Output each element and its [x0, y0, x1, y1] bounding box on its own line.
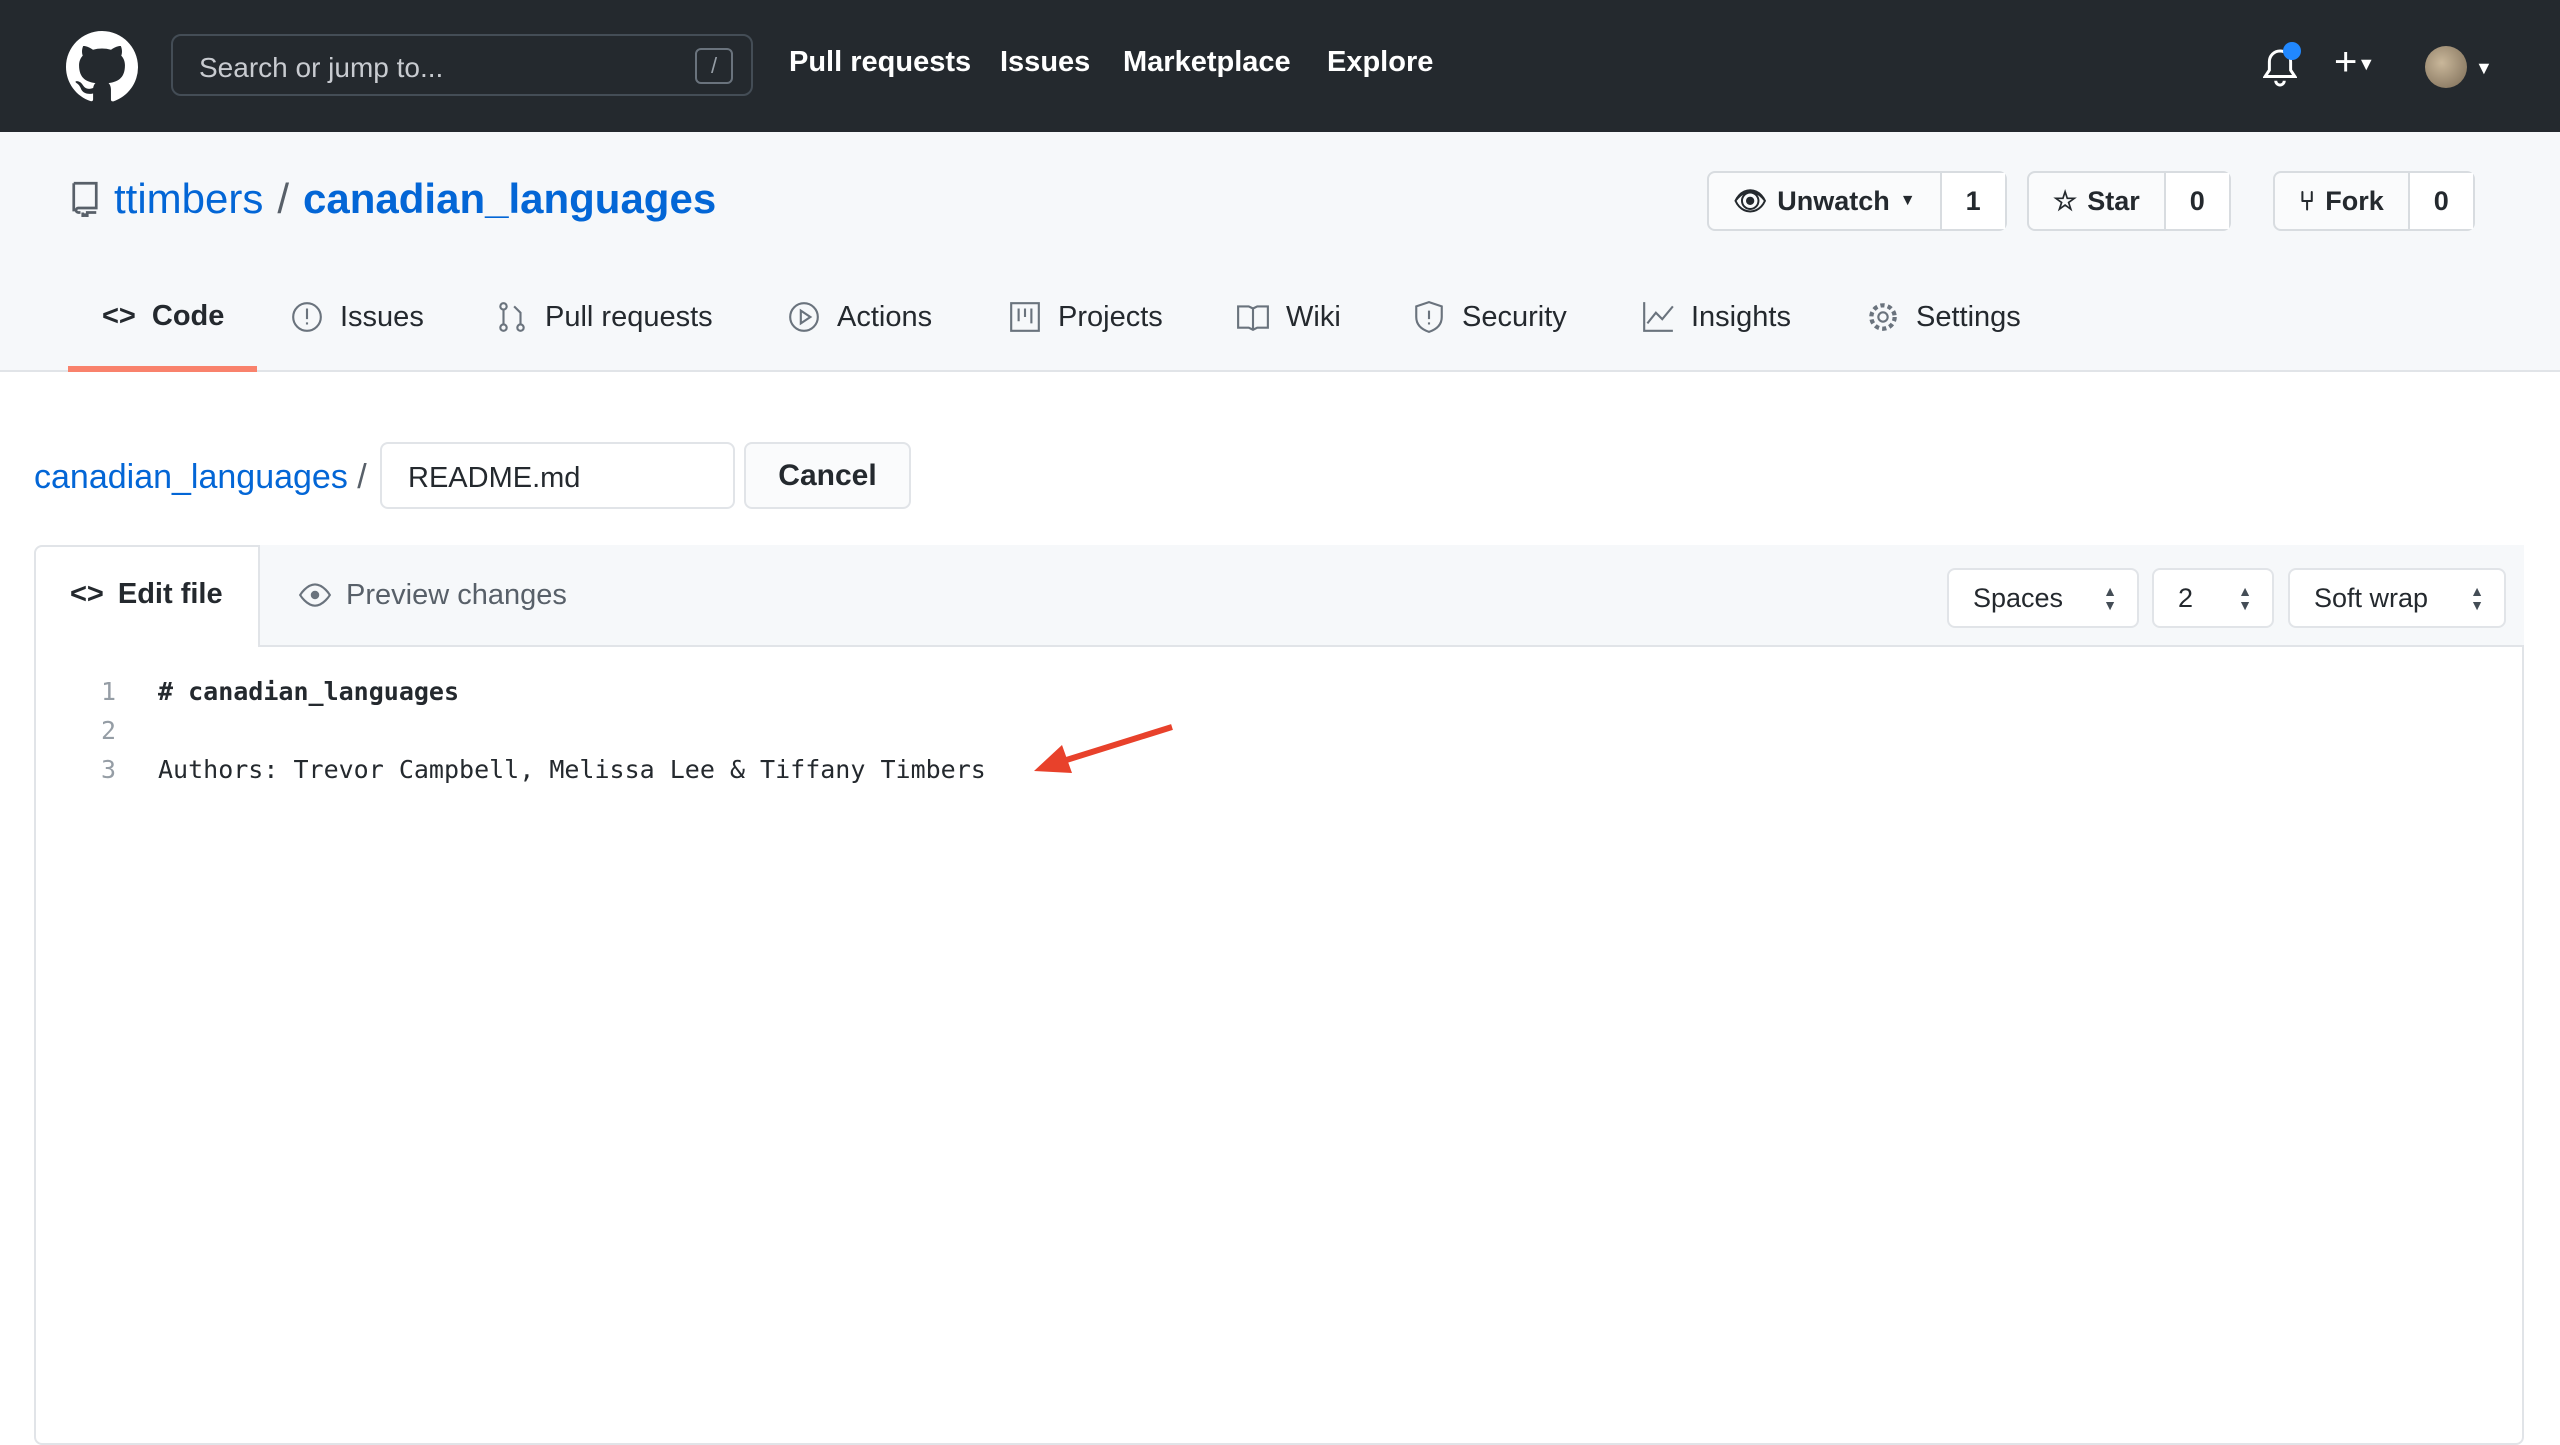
tab-label: Projects — [1058, 300, 1163, 333]
tab-label: Issues — [340, 300, 424, 333]
tab-edit-file[interactable]: <> Edit file — [70, 578, 223, 611]
stargazers-count[interactable]: 0 — [2163, 173, 2229, 229]
tab-label: Actions — [837, 300, 933, 333]
unwatch-button[interactable]: 👁 Unwatch ▼ — [1709, 173, 1940, 229]
play-icon — [789, 302, 819, 332]
nav-marketplace[interactable]: Marketplace — [1123, 46, 1291, 79]
tab-security[interactable]: Security — [1412, 300, 1567, 334]
slash-shortcut-hint: / — [695, 48, 733, 84]
graph-icon — [1643, 302, 1674, 332]
select-value: Soft wrap — [2314, 582, 2429, 613]
select-arrows-icon: ▲ ▼ — [2103, 583, 2117, 613]
search-placeholder: Search or jump to... — [199, 52, 444, 83]
line-text: Authors: Trevor Campbell, Melissa Lee & … — [158, 755, 986, 784]
github-logo-icon[interactable] — [66, 31, 138, 103]
tab-pull-requests[interactable]: Pull requests — [495, 300, 713, 334]
pull-request-icon — [499, 302, 525, 332]
eye-icon — [298, 583, 332, 607]
fork-label: Fork — [2325, 185, 2384, 216]
nav-pull-requests[interactable]: Pull requests — [789, 46, 971, 79]
star-button-group: ☆ Star 0 — [2027, 171, 2231, 231]
create-new-plus-icon[interactable]: +▼ — [2334, 40, 2375, 85]
breadcrumb-repo-link[interactable]: canadian_languages — [34, 458, 348, 496]
book-icon — [1237, 305, 1269, 331]
gear-icon — [1869, 303, 1897, 331]
tab-code[interactable]: <> Code — [102, 300, 224, 333]
tab-label: Security — [1462, 300, 1567, 333]
code-icon: <> — [102, 300, 136, 332]
tab-actions[interactable]: Actions — [787, 300, 932, 334]
watchers-count[interactable]: 1 — [1939, 173, 2005, 229]
nav-explore[interactable]: Explore — [1327, 46, 1433, 79]
breadcrumb: canadian_languages / — [34, 458, 367, 497]
tab-label: Code — [151, 300, 225, 332]
cancel-button[interactable]: Cancel — [744, 442, 911, 509]
code-line[interactable]: 1 # canadian_languages — [0, 672, 459, 711]
breadcrumb-separator: / — [357, 458, 367, 496]
active-tab-indicator — [68, 366, 257, 372]
select-arrows-icon: ▲ ▼ — [2238, 583, 2252, 613]
star-icon: ☆ — [2053, 185, 2078, 216]
tab-issues[interactable]: Issues — [290, 300, 424, 334]
line-text: # canadian_languages — [158, 677, 460, 706]
fork-icon: ⑂ — [2299, 185, 2316, 216]
repo-owner-link[interactable]: ttimbers — [114, 175, 263, 223]
repo-title: ttimbers / canadian_languages — [70, 175, 716, 223]
tab-label: Preview changes — [346, 578, 567, 611]
shield-icon — [1415, 301, 1443, 333]
fork-button[interactable]: ⑂ Fork — [2275, 173, 2408, 229]
tab-settings[interactable]: Settings — [1866, 300, 2021, 334]
indent-mode-select[interactable]: Spaces ▲ ▼ — [1947, 568, 2139, 628]
filename-input[interactable]: README.md — [380, 442, 735, 509]
repo-name-link[interactable]: canadian_languages — [303, 175, 716, 223]
tab-label: Wiki — [1286, 300, 1341, 333]
line-number: 3 — [100, 755, 116, 784]
code-line[interactable]: 3 Authors: Trevor Campbell, Melissa Lee &… — [0, 750, 986, 789]
wrap-mode-select[interactable]: Soft wrap ▲ ▼ — [2288, 568, 2506, 628]
select-arrows-icon: ▲ ▼ — [2470, 583, 2484, 613]
tab-preview-changes[interactable]: Preview changes — [298, 578, 567, 612]
forks-count[interactable]: 0 — [2407, 173, 2473, 229]
line-number: 2 — [100, 716, 116, 745]
unwatch-label: Unwatch — [1777, 185, 1890, 216]
repo-header — [0, 132, 2560, 372]
code-line[interactable]: 2 — [0, 711, 158, 750]
notification-dot — [2283, 42, 2301, 60]
tab-label: Insights — [1691, 300, 1791, 333]
tab-label: Settings — [1916, 300, 2021, 333]
avatar[interactable] — [2425, 46, 2467, 88]
code-icon: <> — [70, 578, 104, 610]
tab-insights[interactable]: Insights — [1641, 300, 1791, 334]
search-input[interactable]: Search or jump to... / — [171, 34, 753, 96]
tab-projects[interactable]: Projects — [1008, 300, 1163, 334]
tab-label: Edit file — [117, 578, 223, 610]
eye-icon: 👁 — [1733, 186, 1768, 216]
tab-label: Pull requests — [545, 300, 713, 333]
project-icon — [1010, 302, 1040, 332]
annotation-arrow-icon — [1034, 724, 1173, 773]
line-number: 1 — [100, 677, 116, 706]
indent-size-select[interactable]: 2 ▲ ▼ — [2152, 568, 2274, 628]
caret-down-icon: ▼ — [1899, 192, 1916, 209]
watch-button-group: 👁 Unwatch ▼ 1 — [1707, 171, 2007, 231]
star-button[interactable]: ☆ Star — [2029, 173, 2164, 229]
tab-wiki[interactable]: Wiki — [1236, 300, 1341, 334]
select-value: Spaces — [1973, 582, 2064, 613]
nav-issues[interactable]: Issues — [1000, 46, 1090, 79]
repo-separator: / — [277, 175, 290, 222]
top-navbar: Search or jump to... / Pull requests Issu… — [0, 0, 2560, 132]
fork-button-group: ⑂ Fork 0 — [2273, 171, 2475, 231]
issue-icon — [292, 302, 322, 332]
star-label: Star — [2087, 185, 2140, 216]
avatar-caret-icon[interactable]: ▼ — [2475, 58, 2493, 79]
repo-icon — [72, 181, 98, 217]
select-value: 2 — [2178, 582, 2194, 613]
